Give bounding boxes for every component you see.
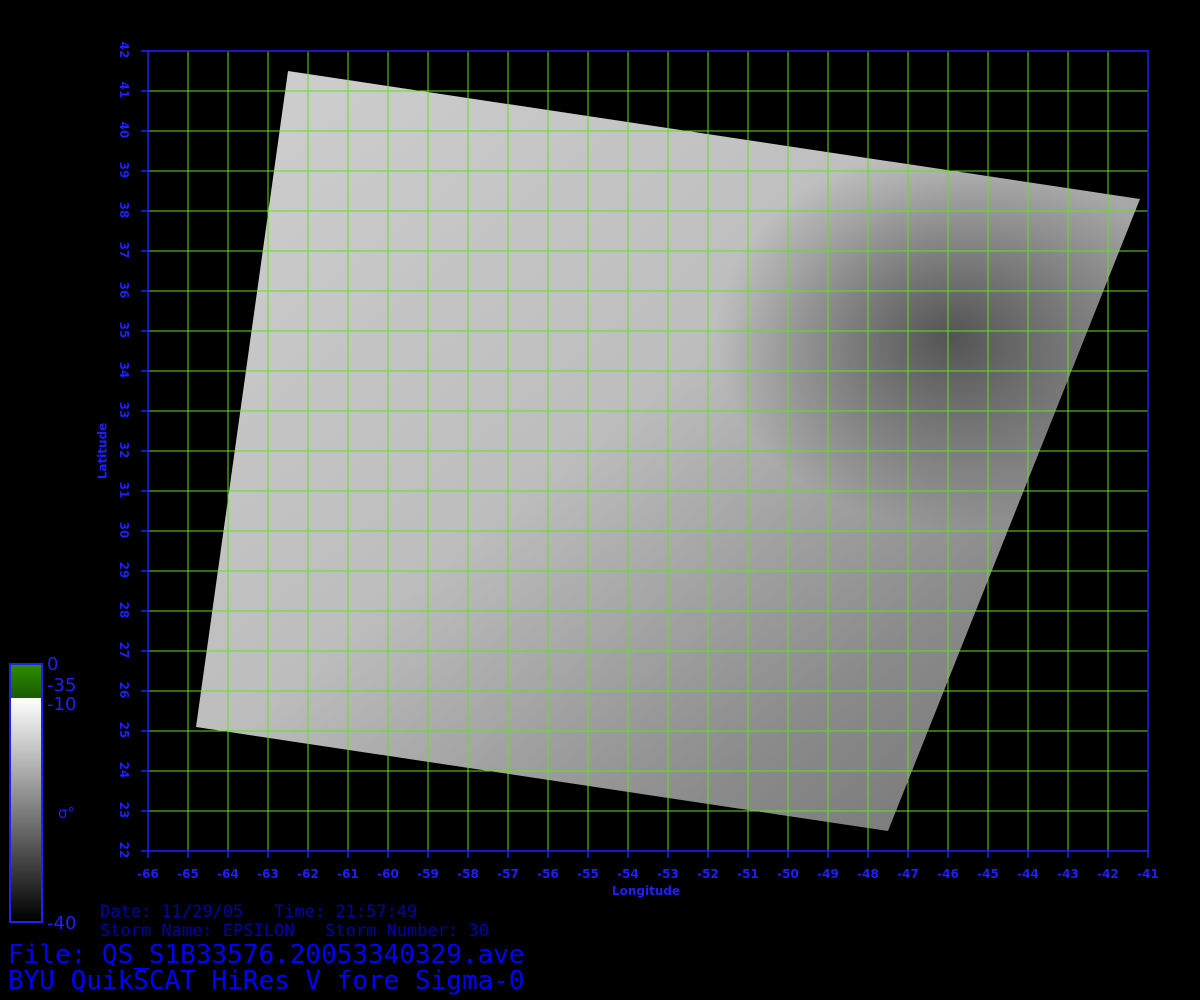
x-tick-label: -44 <box>1017 867 1039 881</box>
x-tick-label: -66 <box>137 867 159 881</box>
product-line: BYU QuikSCAT HiRes V fore Sigma-0 <box>8 966 525 996</box>
y-tick-label: 42 <box>117 41 131 59</box>
y-tick-label: 22 <box>117 841 131 859</box>
y-tick-label: 33 <box>117 401 131 419</box>
x-tick-label: -52 <box>697 867 719 881</box>
colorbar-green-segment <box>11 665 41 698</box>
x-tick-label: -42 <box>1097 867 1119 881</box>
storm-line: Storm Name: EPSILON Storm Number: 30 <box>100 921 489 941</box>
x-tick-label: -62 <box>297 867 319 881</box>
lat-lon-grid <box>147 50 1149 852</box>
y-tick-label: 38 <box>117 201 131 219</box>
x-tick-label: -45 <box>977 867 999 881</box>
x-tick-label: -48 <box>857 867 879 881</box>
y-tick-label: 29 <box>117 561 131 579</box>
x-tick-label: -49 <box>817 867 839 881</box>
x-tick-label: -61 <box>337 867 359 881</box>
x-axis-label: Longitude <box>612 884 681 898</box>
x-tick-label: -60 <box>377 867 399 881</box>
colorbar-gray-segment <box>11 698 41 921</box>
x-tick-label: -47 <box>897 867 919 881</box>
x-tick-label: -51 <box>737 867 759 881</box>
y-tick-label: 35 <box>117 321 131 339</box>
x-tick-label: -63 <box>257 867 279 881</box>
y-tick-label: 24 <box>117 761 131 779</box>
colorbar <box>9 663 43 923</box>
y-tick-label: 37 <box>117 241 131 259</box>
y-tick-label: 25 <box>117 721 131 739</box>
y-tick-label: 41 <box>117 81 131 99</box>
x-tick-label: -54 <box>617 867 639 881</box>
x-tick-label: -59 <box>417 867 439 881</box>
y-tick-label: 27 <box>117 641 131 659</box>
x-tick-label: -65 <box>177 867 199 881</box>
x-tick-label: -56 <box>537 867 559 881</box>
y-tick-label: 36 <box>117 281 131 299</box>
x-tick-label: -57 <box>497 867 519 881</box>
y-tick-label: 30 <box>117 521 131 539</box>
x-tick-label: -43 <box>1057 867 1079 881</box>
y-tick-label: 31 <box>117 481 131 499</box>
y-axis-label: Latitude <box>95 422 110 480</box>
x-tick-label: -55 <box>577 867 599 881</box>
x-tick-label: -46 <box>937 867 959 881</box>
map-plot <box>141 50 1149 858</box>
y-tick-label: 40 <box>117 121 131 139</box>
colorbar-label-minus35: -35 <box>47 675 77 696</box>
y-tick-label: 32 <box>117 441 131 459</box>
colorbar-label-sigma0: σ° <box>58 804 76 822</box>
x-tick-label: -50 <box>777 867 799 881</box>
x-tick-label: -53 <box>657 867 679 881</box>
y-tick-label: 34 <box>117 361 131 379</box>
y-tick-label: 26 <box>117 681 131 699</box>
y-tick-label: 39 <box>117 161 131 179</box>
y-tick-label: 28 <box>117 601 131 619</box>
colorbar-label-0: 0 <box>47 654 59 675</box>
y-tick-label: 23 <box>117 801 131 819</box>
x-tick-label: -41 <box>1137 867 1159 881</box>
x-tick-label: -64 <box>217 867 239 881</box>
x-tick-label: -58 <box>457 867 479 881</box>
date-time-line: Date: 11/29/05 Time: 21:57:49 <box>100 902 418 922</box>
colorbar-label-minus10: -10 <box>47 694 77 715</box>
colorbar-label-minus40: -40 <box>47 913 77 934</box>
